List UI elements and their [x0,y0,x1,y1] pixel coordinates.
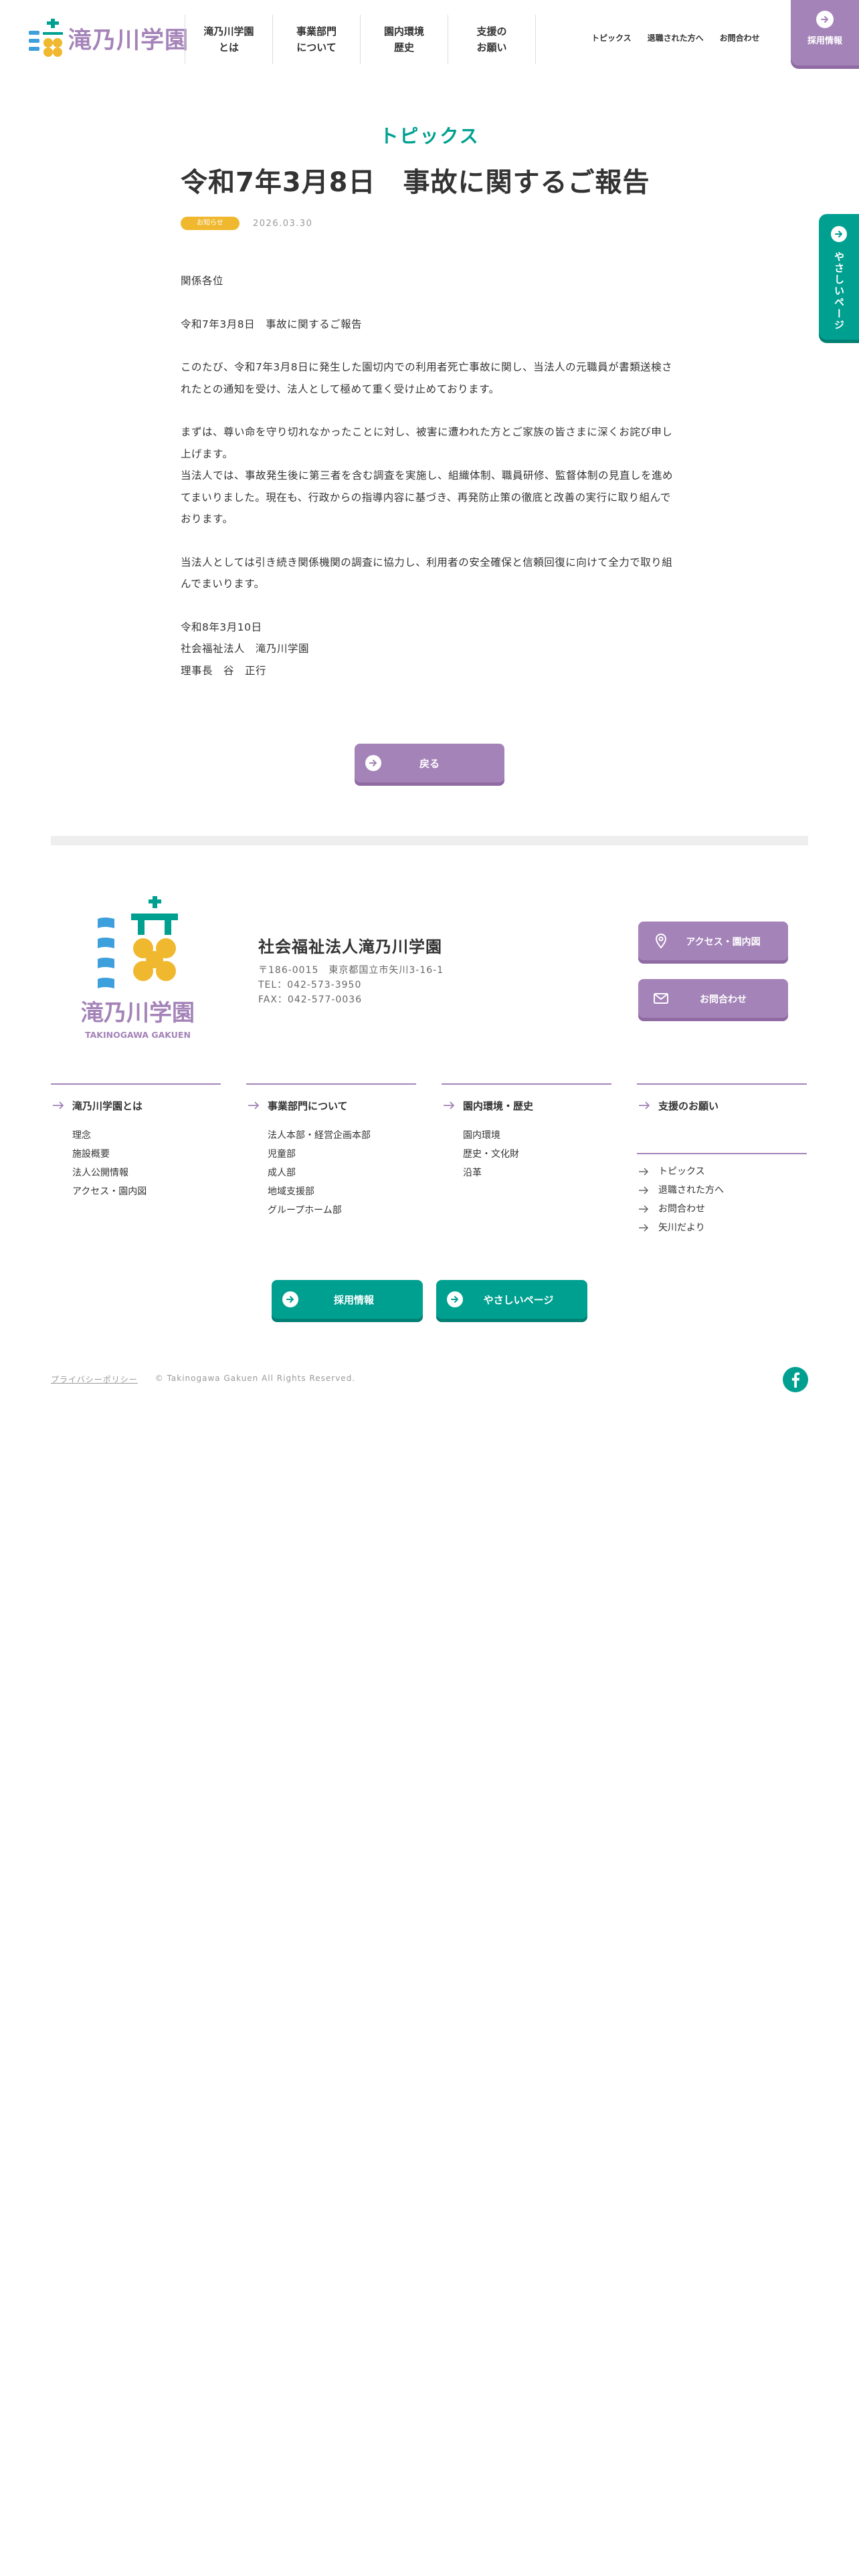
article-paragraph: 関係各位 [181,275,224,287]
recruit-button[interactable]: 採用情報 [791,0,859,66]
logo-text: 滝乃川学園 [68,27,189,54]
footer-column-departments: 事業部門について 法人本部・経営企画本部 児童部 成人部 地域支援部 グループホ… [246,1083,416,1220]
footer-link[interactable]: 法人本部・経営企画本部 [268,1126,416,1145]
article-date: 2026.03.30 [253,218,313,229]
arrow-right-icon [444,1101,455,1109]
footer-link[interactable]: 地域支援部 [268,1182,416,1201]
footer-column-support: 支援のお願い トピックス 退職された方へ お問合わせ 矢川だより [637,1083,807,1237]
site-logo[interactable]: 滝乃川学園 [27,17,189,59]
article-paragraph: このたび、令和7年3月8日に発生した園切内での利用者死亡事故に関し、当法人の元職… [181,361,673,395]
facebook-icon[interactable] [783,1367,808,1392]
org-address: 〒186-0015 東京都国立市矢川3-16-1 [258,965,444,976]
footer-link-label: 退職された方へ [658,1185,724,1196]
footer-link[interactable]: 理念 [72,1126,221,1145]
easy-page-side-tab[interactable]: やさしいページ [819,214,859,340]
footer-column-divider [637,1153,807,1154]
arrow-right-circle-icon [816,11,834,28]
contact-button-label: お問合わせ [700,994,747,1005]
footer-link-yagawa-news[interactable]: 矢川だより [638,1218,807,1237]
footer-logo[interactable]: 滝乃川学園 TAKINOGAWA GAKUEN [64,896,211,1047]
article-body: 関係各位 令和7年3月8日 事故に関するご報告 このたび、令和7年3月8日に発生… [181,270,680,703]
footer-link-contact[interactable]: お問合わせ [638,1200,807,1218]
footer-link-retirees[interactable]: 退職された方へ [638,1181,807,1200]
footer-logo-text: 滝乃川学園 [81,1000,195,1027]
org-fax: FAX：042-577-0036 [258,994,363,1005]
org-tel: TEL：042-573-3950 [258,980,362,990]
footer-link[interactable]: グループホーム部 [268,1201,416,1220]
subnav-topics-link[interactable]: トピックス [591,32,632,43]
article-paragraph: 令和7年3月8日 事故に関するご報告 [181,318,363,330]
article-meta: お知らせ 2026.03.30 [181,217,312,230]
footer-link[interactable]: 成人部 [268,1164,416,1182]
footer-easy-page-button[interactable]: やさしいページ [436,1280,587,1319]
footer-column-heading[interactable]: 滝乃川学園とは [51,1085,221,1126]
logo-mark-icon [29,19,63,57]
footer-cta-buttons: 採用情報 やさしいページ [272,1280,587,1319]
arrow-right-icon [639,1205,649,1213]
footer-link[interactable]: 園内環境 [463,1126,611,1145]
footer-link-topics[interactable]: トピックス [638,1162,807,1181]
recruit-button-label: 採用情報 [807,36,842,46]
footer-link[interactable]: 歴史・文化財 [463,1145,611,1164]
nav-item-environment-history[interactable]: 園内環境 歴史 [361,15,448,64]
footer-column-heading-label: 園内環境・歴史 [463,1099,534,1112]
article-paragraph: 当法人としては引き続き関係機関の調査に協力し、利用者の安全確保と信頼回復に向けて… [181,556,673,591]
footer-column-heading[interactable]: 園内環境・歴史 [442,1085,611,1126]
footer-link[interactable]: 沿革 [463,1164,611,1182]
back-button[interactable]: 戻る [355,744,504,782]
footer-link-label: トピックス [658,1166,705,1177]
article-title: 令和7年3月8日 事故に関するご報告 [181,167,650,198]
footer-link-label: お問合わせ [658,1204,705,1214]
footer-column-heading[interactable]: 支援のお願い [637,1085,807,1126]
global-nav: 滝乃川学園 とは 事業部門 について 園内環境 歴史 支援の お願い [185,15,536,64]
footer-column-environment: 園内環境・歴史 園内環境 歴史・文化財 沿革 [442,1083,611,1182]
footer-column-heading[interactable]: 事業部門について [246,1085,416,1126]
easy-page-side-tab-label: やさしいページ [833,251,845,331]
arrow-right-icon [639,1224,649,1232]
org-contact-info: 〒186-0015 東京都国立市矢川3-16-1 TEL：042-573-395… [258,963,444,1007]
footer-column-heading-label: 滝乃川学園とは [72,1099,143,1112]
nav-item-departments[interactable]: 事業部門 について [273,15,361,64]
footer-link[interactable]: 児童部 [268,1145,416,1164]
contact-button[interactable]: お問合わせ [638,979,788,1018]
nav-item-about[interactable]: 滝乃川学園 とは [185,15,273,64]
footer-column-heading-label: 支援のお願い [658,1099,719,1112]
arrow-right-icon [639,1186,649,1194]
arrow-right-icon [248,1101,260,1109]
footer-link-label: 矢川だより [658,1222,705,1233]
arrow-right-icon [639,1168,649,1176]
access-map-button[interactable]: アクセス・園内図 [638,922,788,960]
footer-link[interactable]: アクセス・園内図 [72,1182,221,1201]
utility-nav: トピックス 退職された方へ お問合わせ [591,32,776,43]
footer-recruit-button-label: 採用情報 [333,1294,374,1306]
footer-column-about: 滝乃川学園とは 理念 施設概要 法人公開情報 アクセス・園内図 [51,1083,221,1201]
section-divider [51,836,808,845]
section-heading: トピックス [379,125,480,147]
article-paragraph: まずは、尊い命を守り切れなかったことに対し、被害に遭われた方とご家族の皆さまに深… [181,426,674,525]
arrow-right-icon [639,1101,650,1109]
category-badge: お知らせ [181,217,240,230]
copyright: © Takinogawa Gakuen All Rights Reserved. [155,1374,356,1383]
footer-column-heading-label: 事業部門について [268,1099,348,1112]
arrow-right-icon [53,1101,64,1109]
footer-easy-page-button-label: やさしいページ [483,1294,554,1306]
footer-link[interactable]: 法人公開情報 [72,1164,221,1182]
arrow-right-circle-icon [831,226,847,242]
article-signature: 令和8年3月10日 社会福祉法人 滝乃川学園 理事長 谷 正行 [181,621,310,677]
footer-logo-subtext: TAKINOGAWA GAKUEN [85,1030,191,1040]
subnav-retirees-link[interactable]: 退職された方へ [648,32,704,43]
privacy-policy-link[interactable]: プライバシーポリシー [51,1374,138,1385]
footer-recruit-button[interactable]: 採用情報 [272,1280,423,1319]
org-name: 社会福祉法人滝乃川学園 [258,938,442,956]
access-map-button-label: アクセス・園内図 [686,937,761,948]
site-header: 滝乃川学園 滝乃川学園 とは 事業部門 について 園内環境 歴史 支援の お願い… [0,0,859,74]
back-button-label: 戻る [419,758,440,770]
subnav-contact-link[interactable]: お問合わせ [720,32,760,43]
footer-bottom-line: プライバシーポリシー © Takinogawa Gakuen All Right… [51,1374,355,1385]
nav-item-support[interactable]: 支援の お願い [448,15,536,64]
footer-link[interactable]: 施設概要 [72,1145,221,1164]
